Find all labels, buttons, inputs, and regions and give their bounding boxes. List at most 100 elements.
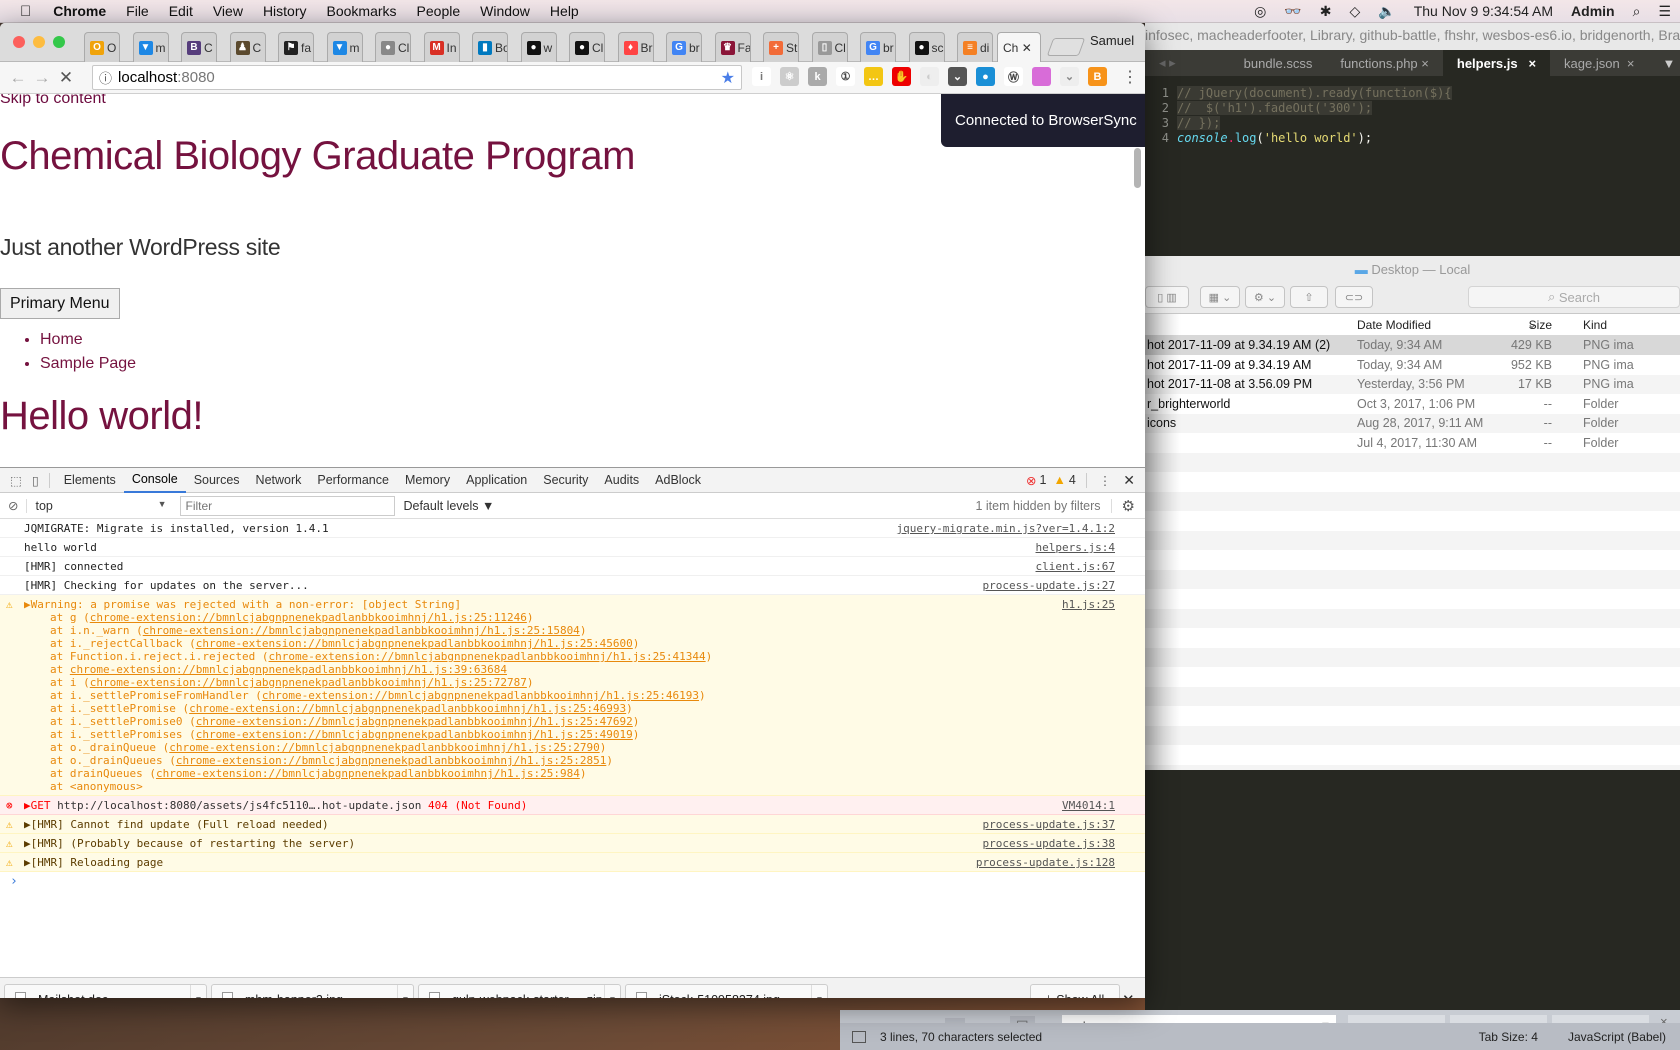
show-all-downloads-button[interactable]: ⤓Show All [1030, 984, 1120, 998]
source-link[interactable]: process-update.js:37 [983, 818, 1115, 831]
profile-button[interactable]: Samuel [1090, 33, 1134, 48]
finder-row[interactable]: r_brighterworld Oct 3, 2017, 1:06 PM -- Fol… [1145, 394, 1680, 414]
tab-list-dropdown-icon[interactable]: ▼ [1649, 56, 1680, 71]
download-item[interactable]: mhm-banner2.jpg ▼ [211, 983, 414, 998]
browser-tab[interactable]: ▼ m [132, 32, 169, 62]
source-link[interactable]: client.js:67 [1036, 560, 1115, 573]
menu-people[interactable]: People [407, 3, 471, 19]
extension-react-icon[interactable]: ⚛ [780, 67, 799, 86]
tab-helpers-js[interactable]: helpers.js × [1442, 50, 1551, 76]
extension-new-icon[interactable]: ● [976, 67, 995, 86]
action-gear-button[interactable]: ⚙ ⌄ [1245, 286, 1285, 308]
finder-row[interactable]: hot 2017-11-09 at 9.34.19 AM (2) Today, 9… [1145, 336, 1680, 355]
tab-nav-arrows-icon[interactable]: ◂ ▸ [1145, 55, 1190, 71]
source-link[interactable]: process-update.js:128 [976, 856, 1115, 869]
source-link[interactable]: jquery-migrate.min.js?ver=1.4.1:2 [896, 522, 1115, 535]
download-menu-arrow-icon[interactable]: ▼ [811, 984, 827, 998]
post-title[interactable]: Hello world! [0, 394, 203, 439]
devtools-tab-security[interactable]: Security [535, 468, 596, 493]
code-editor[interactable]: 1// jQuery(document).ready(function($){ … [1145, 76, 1680, 256]
devtools-tab-application[interactable]: Application [458, 468, 535, 493]
back-button[interactable]: ← [6, 68, 30, 88]
browser-tab[interactable]: M In [423, 32, 460, 62]
log-levels-dropdown[interactable]: Default levels ▼ [403, 499, 494, 513]
menu-view[interactable]: View [203, 3, 253, 19]
tab-size[interactable]: Tab Size: 4 [1479, 1030, 1538, 1044]
stack-frame-link[interactable]: chrome-extension://bmnlcjabgnpnenekpadla… [262, 689, 699, 702]
source-link[interactable]: VM4014:1 [1062, 799, 1115, 812]
console-error[interactable]: ⊗ ▶GET http://localhost:8080/assets/js4fc… [0, 796, 1145, 815]
info-icon[interactable]: ⓘ [99, 68, 112, 87]
request-url-link[interactable]: http://localhost:8080/assets/js4fc5110….… [57, 799, 421, 812]
devtools-tab-memory[interactable]: Memory [397, 468, 458, 493]
menu-history[interactable]: History [253, 3, 317, 19]
console-warning[interactable]: ⚠ ▶[HMR] Reloading page process-update.js:… [0, 853, 1145, 872]
browser-tab[interactable]: ♟ C [229, 32, 266, 62]
bookmark-star-icon[interactable]: ★ [721, 68, 735, 88]
tab-active[interactable]: Ch ✕ [997, 32, 1041, 62]
extension-inbox-icon[interactable]: ⌄ [1060, 67, 1079, 86]
browser-tab[interactable]: OO [84, 32, 120, 62]
tab-functions-php[interactable]: functions.php × [1326, 56, 1443, 71]
site-title[interactable]: Chemical Biology Graduate Program [0, 134, 635, 179]
panel-toggle-icon[interactable] [852, 1030, 866, 1043]
stack-frame-link[interactable]: chrome-extension://bmnlcjabgnpnenekpadla… [169, 741, 599, 754]
console-warning[interactable]: ⚠ ▶[HMR] (Probably because of restarting … [0, 834, 1145, 853]
view-mode-buttons[interactable]: ▯ ▥ [1145, 286, 1189, 308]
device-toolbar-icon[interactable]: ▯ [28, 472, 50, 488]
finder-row[interactable]: hot 2017-11-08 at 3.56.09 PM Yesterday, 3… [1145, 375, 1680, 394]
zoom-window-button[interactable] [53, 36, 65, 48]
column-size[interactable]: Size [1529, 318, 1552, 332]
devtools-tab-network[interactable]: Network [248, 468, 310, 493]
address-bar[interactable]: ⓘ localhost:8080 ★ [92, 65, 742, 90]
browser-tab[interactable]: ● sc [908, 32, 945, 62]
primary-menu-button[interactable]: Primary Menu [0, 288, 120, 319]
stack-frame-link[interactable]: chrome-extension://bmnlcjabgnpnenekpadla… [90, 676, 527, 689]
volume-icon[interactable]: 🔈 [1369, 3, 1404, 20]
stack-frame-link[interactable]: chrome-extension://bmnlcjabgnpnenekpadla… [196, 728, 633, 741]
download-menu-arrow-icon[interactable]: ▼ [190, 984, 206, 998]
stop-button[interactable]: ✕ [54, 68, 78, 88]
download-item[interactable]: gulp-webpack-starter-....zip▼ [418, 983, 621, 998]
browser-tab[interactable]: ▯ Cl [811, 32, 848, 62]
extension-info-icon[interactable]: i [752, 67, 771, 86]
stack-frame-link[interactable]: chrome-extension://bmnlcjabgnpnenekpadla… [90, 611, 527, 624]
download-item[interactable]: iStock-510958274.jpg ▼ [625, 983, 828, 998]
extension-w-icon[interactable]: Ⓦ [1004, 67, 1023, 86]
browser-tab[interactable]: Gbr [860, 32, 896, 62]
spotlight-icon[interactable]: ⌕ [1624, 3, 1650, 20]
browser-tab[interactable]: ● w [520, 32, 557, 62]
menu-edit[interactable]: Edit [159, 3, 203, 19]
stack-frame-link[interactable]: chrome-extension://bmnlcjabgnpnenekpadla… [143, 624, 580, 637]
skip-to-content-link[interactable]: Skip to content [0, 94, 106, 108]
browser-tab[interactable]: ⚑ fa [278, 32, 314, 62]
browser-tab[interactable]: Gbr [666, 32, 702, 62]
console-warning[interactable]: ⚠ ▶Warning: a promise was rejected with a… [0, 595, 1145, 796]
browser-tab[interactable]: + St [763, 32, 799, 62]
menu-window[interactable]: Window [470, 3, 540, 19]
glasses-icon[interactable]: 👓 [1275, 3, 1310, 20]
finder-row[interactable]: hot 2017-11-09 at 9.34.19 AM Today, 9:34 … [1145, 355, 1680, 375]
tags-button[interactable]: ⊂⊃ [1335, 286, 1373, 308]
minimize-window-button[interactable] [33, 36, 45, 48]
stack-frame-link[interactable]: chrome-extension://bmnlcjabgnpnenekpadla… [156, 767, 580, 780]
menu-bookmarks[interactable]: Bookmarks [317, 3, 407, 19]
devtools-menu-icon[interactable]: ⋮ [1087, 473, 1124, 488]
close-window-button[interactable] [13, 36, 25, 48]
close-icon[interactable]: × [1421, 56, 1429, 71]
extension-ghost-icon[interactable]: ◐ [920, 67, 939, 86]
devtools-tab-performance[interactable]: Performance [309, 468, 397, 493]
console-settings-icon[interactable]: ⚙ [1112, 497, 1145, 515]
clock[interactable]: Thu Nov 9 9:34:54 AM [1405, 3, 1562, 19]
stack-frame-link[interactable]: chrome-extension://bmnlcjabgnpnenekpadla… [196, 715, 633, 728]
stack-frame-link[interactable]: chrome-extension://bmnlcjabgnpnenekpadla… [189, 702, 626, 715]
nav-home-link[interactable]: Home [40, 331, 83, 348]
extension-adblock-icon[interactable]: ✋ [892, 67, 911, 86]
browser-tab[interactable]: BC [181, 32, 217, 62]
stack-frame-link[interactable]: chrome-extension://bmnlcjabgnpnenekpadla… [269, 650, 706, 663]
console-prompt[interactable]: › [0, 872, 1145, 891]
share-button[interactable]: ⇧ [1290, 286, 1328, 308]
close-downloads-icon[interactable]: ✕ [1122, 991, 1135, 998]
devtools-tab-elements[interactable]: Elements [56, 468, 124, 493]
chrome-menu-icon[interactable]: ⋮ [1122, 67, 1138, 87]
